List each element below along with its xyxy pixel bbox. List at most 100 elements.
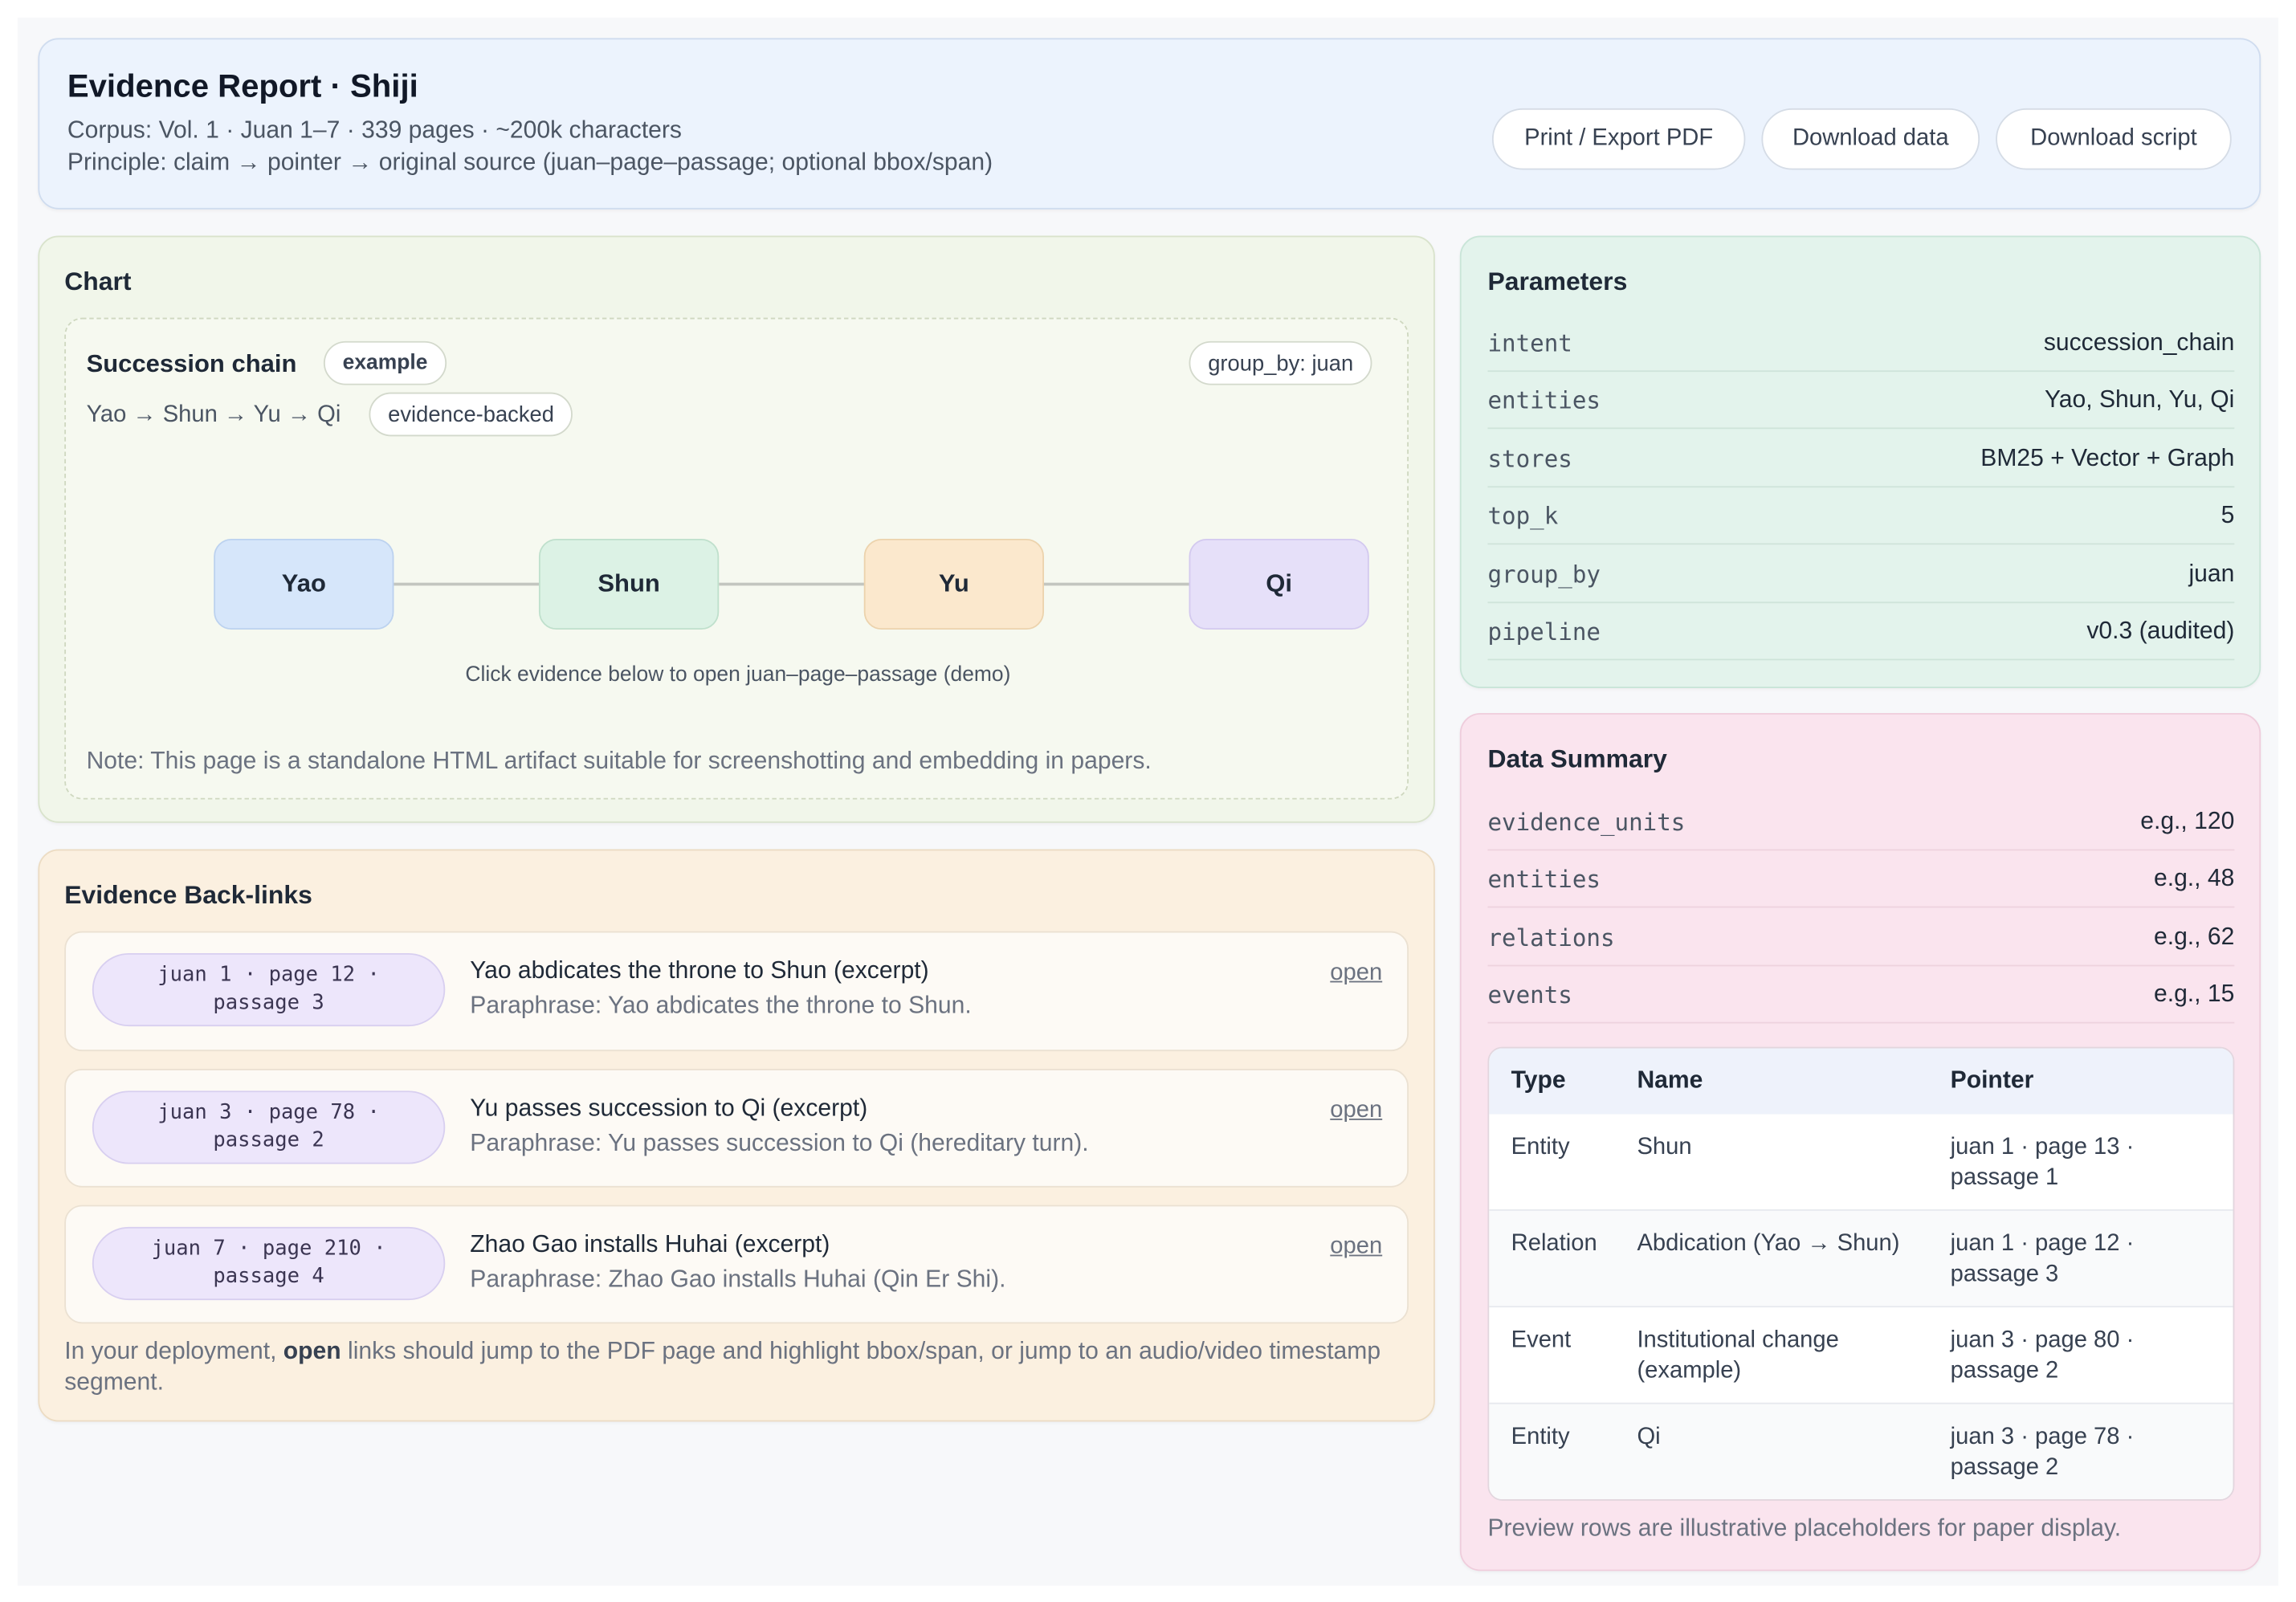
- summary-key: relations: [1487, 923, 1615, 952]
- parameter-key: top_k: [1487, 501, 1559, 530]
- evidence-section-title: Evidence Back-links: [64, 879, 312, 910]
- evidence-footer-note: In your deployment, open links should ju…: [64, 1337, 1397, 1399]
- parameter-key: entities: [1487, 385, 1601, 414]
- column-header-type[interactable]: Type: [1511, 1067, 1625, 1095]
- summary-key: events: [1487, 980, 1572, 1009]
- summary-key: entities: [1487, 864, 1601, 893]
- parameter-value: Yao, Shun, Yu, Qi: [2044, 385, 2235, 413]
- parameter-value: succession_chain: [2043, 328, 2235, 356]
- chain-panel-title: Succession chain: [86, 349, 297, 378]
- chain-node-yu[interactable]: Yu: [863, 538, 1045, 630]
- evidence-pointer: juan 7 · page 210 · passage 4: [92, 1226, 446, 1301]
- parameter-row: entities Yao, Shun, Yu, Qi: [1487, 372, 2235, 430]
- parameters-section-title: Parameters: [1487, 266, 1628, 296]
- evidence-pointer: juan 3 · page 78 · passage 2: [92, 1090, 446, 1164]
- footer-text-pre: In your deployment,: [64, 1338, 283, 1365]
- principle-line: Principle: claim → pointer → original so…: [67, 149, 993, 176]
- summary-key: evidence_units: [1487, 807, 1686, 836]
- report-title: Evidence Report · Shiji: [67, 67, 418, 104]
- summary-value: e.g., 48: [2153, 864, 2235, 891]
- evidence-paraphrase: Paraphrase: Yao abdicates the throne to …: [470, 993, 972, 1020]
- cell-type: Entity: [1511, 1425, 1570, 1450]
- table-row[interactable]: Event Institutional change (example) jua…: [1489, 1307, 2233, 1404]
- summary-value: e.g., 120: [2140, 807, 2235, 834]
- chain-node-shun[interactable]: Shun: [538, 538, 720, 630]
- parameter-key: group_by: [1487, 560, 1601, 589]
- evidence-item: juan 3 · page 78 · passage 2 Yu passes s…: [64, 1069, 1409, 1188]
- corpus-line: Corpus: Vol. 1 · Juan 1–7 · 339 pages · …: [67, 116, 682, 144]
- column-header-name[interactable]: Name: [1637, 1067, 1915, 1095]
- parameter-row: group_by juan: [1487, 546, 2235, 604]
- group-by-chip: group_by: juan: [1189, 340, 1372, 385]
- chain-node-yao[interactable]: Yao: [214, 538, 394, 630]
- summary-row: entities e.g., 48: [1487, 850, 2235, 908]
- evidence-item: juan 1 · page 12 · passage 3 Yao abdicat…: [64, 931, 1409, 1052]
- cell-name: Qi: [1637, 1425, 1661, 1450]
- table-row[interactable]: Relation Abdication (Yao → Shun) juan 1 …: [1489, 1210, 2233, 1308]
- table-footnote: Preview rows are illustrative placeholde…: [1487, 1515, 2122, 1542]
- example-badge: example: [323, 340, 447, 385]
- parameters-card: Parameters intent succession_chain entiti…: [1459, 235, 2261, 688]
- cell-name: Abdication (Yao → Shun): [1637, 1231, 1900, 1257]
- evidence-open-link[interactable]: open: [1330, 1234, 1382, 1261]
- parameter-row: intent succession_chain: [1487, 315, 2235, 373]
- chain-edge: [719, 582, 866, 586]
- evidence-paraphrase: Paraphrase: Yu passes succession to Qi (…: [470, 1130, 1089, 1157]
- evidence-open-link[interactable]: open: [1330, 1098, 1382, 1124]
- evidence-backlinks-card: Evidence Back-links juan 1 · page 12 · p…: [38, 849, 1435, 1422]
- download-data-button[interactable]: Download data: [1761, 108, 1980, 170]
- evidence-title: Yu passes succession to Qi (excerpt): [470, 1094, 868, 1122]
- chain-edge: [1044, 582, 1191, 586]
- succession-chain-panel: Succession chain example group_by: juan …: [64, 317, 1409, 800]
- parameter-row: pipeline v0.3 (audited): [1487, 603, 2235, 661]
- data-summary-section-title: Data Summary: [1487, 744, 1667, 773]
- parameter-row: top_k 5: [1487, 487, 2235, 545]
- parameter-value: v0.3 (audited): [2086, 617, 2235, 644]
- parameter-value: 5: [2221, 501, 2235, 528]
- summary-value: e.g., 15: [2153, 980, 2235, 1007]
- chain-edge: [394, 582, 540, 586]
- chart-note: Note: This page is a standalone HTML art…: [86, 748, 1152, 775]
- evidence-open-link[interactable]: open: [1330, 960, 1382, 987]
- table-row[interactable]: Entity Qi juan 3 · page 78 · passage 2: [1489, 1404, 2233, 1500]
- parameter-key: pipeline: [1487, 617, 1601, 646]
- cell-pointer: juan 3 · page 78 · passage 2: [1950, 1425, 2135, 1481]
- table-row[interactable]: Entity Shun juan 1 · page 13 · passage 1: [1489, 1114, 2233, 1211]
- chain-node-qi[interactable]: Qi: [1189, 538, 1369, 630]
- parameter-value: juan: [2188, 560, 2235, 587]
- parameter-key: intent: [1487, 328, 1572, 357]
- evidence-paraphrase: Paraphrase: Zhao Gao installs Huhai (Qin…: [470, 1266, 1006, 1293]
- evidence-backed-badge: evidence-backed: [369, 392, 573, 437]
- column-header-pointer[interactable]: Pointer: [1951, 1067, 2200, 1095]
- table-header-row: Type Name Pointer: [1489, 1048, 2233, 1116]
- summary-row: evidence_units e.g., 120: [1487, 793, 2235, 851]
- download-script-button[interactable]: Download script: [1996, 108, 2232, 170]
- preview-table: Type Name Pointer Entity Shun juan 1 · p…: [1487, 1046, 2235, 1501]
- cell-pointer: juan 1 · page 12 · passage 3: [1950, 1231, 2135, 1287]
- summary-row: events e.g., 15: [1487, 966, 2235, 1024]
- report-header: Evidence Report · Shiji Corpus: Vol. 1 ·…: [38, 38, 2261, 210]
- cell-pointer: juan 1 · page 13 · passage 1: [1950, 1135, 2135, 1191]
- cell-type: Event: [1511, 1327, 1572, 1353]
- chart-section-title: Chart: [64, 266, 132, 296]
- cell-name: Shun: [1637, 1135, 1692, 1160]
- cell-type: Relation: [1511, 1231, 1597, 1257]
- cell-name: Institutional change (example): [1637, 1327, 1839, 1384]
- evidence-item: juan 7 · page 210 · passage 4 Zhao Gao i…: [64, 1205, 1409, 1324]
- parameter-key: stores: [1487, 444, 1572, 473]
- print-export-pdf-button[interactable]: Print / Export PDF: [1491, 108, 1746, 170]
- parameter-value: BM25 + Vector + Graph: [1980, 444, 2235, 471]
- data-summary-card: Data Summary evidence_units e.g., 120 ent…: [1459, 712, 2261, 1571]
- parameter-row: stores BM25 + Vector + Graph: [1487, 430, 2235, 488]
- footer-text-bold: open: [283, 1338, 341, 1365]
- chain-text: Yao → Shun → Yu → Qi: [86, 402, 341, 428]
- evidence-title: Yao abdicates the throne to Shun (excerp…: [470, 957, 929, 984]
- summary-row: relations e.g., 62: [1487, 909, 2235, 967]
- cell-pointer: juan 3 · page 80 · passage 2: [1950, 1327, 2135, 1384]
- evidence-pointer: juan 1 · page 12 · passage 3: [92, 952, 446, 1027]
- cell-type: Entity: [1511, 1135, 1570, 1160]
- chain-hint: Click evidence below to open juan–page–p…: [465, 662, 1011, 687]
- chart-card: Chart Succession chain example group_by:…: [38, 235, 1435, 823]
- evidence-title: Zhao Gao installs Huhai (excerpt): [470, 1231, 830, 1258]
- summary-value: e.g., 62: [2153, 923, 2235, 950]
